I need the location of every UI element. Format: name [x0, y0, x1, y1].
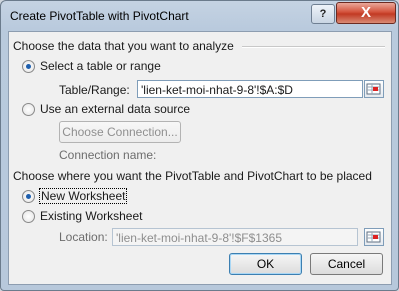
table-range-input[interactable]: 'lien-ket-moi-nhat-9-8'!$A:$D — [137, 80, 363, 98]
close-button[interactable]: X — [336, 2, 396, 24]
range-select-icon — [366, 83, 381, 95]
dialog-body: Choose the data that you want to analyze… — [8, 31, 392, 285]
range-select-icon — [366, 231, 381, 243]
cancel-button[interactable]: Cancel — [310, 253, 383, 275]
option-new-worksheet[interactable]: New Worksheet — [22, 188, 128, 204]
radio-external-source[interactable] — [22, 102, 35, 116]
table-range-picker-button[interactable] — [364, 80, 384, 98]
option-external-source-label: Use an external data source — [40, 102, 191, 116]
option-external-source[interactable]: Use an external data source — [22, 102, 190, 116]
destination-section-heading: Choose where you want the PivotTable and… — [13, 169, 372, 183]
dialog-window: Create PivotTable with PivotChart ? X Ch… — [0, 0, 399, 291]
source-section-heading: Choose the data that you want to analyze — [13, 39, 234, 53]
location-picker-button[interactable] — [364, 228, 384, 246]
location-input[interactable]: 'lien-ket-moi-nhat-9-8'!$F$1365 — [112, 228, 358, 246]
option-existing-worksheet-label: Existing Worksheet — [40, 209, 143, 223]
location-label: Location: — [59, 230, 108, 244]
ok-button[interactable]: OK — [229, 253, 302, 275]
option-new-worksheet-label: New Worksheet — [38, 188, 128, 204]
dialog-title: Create PivotTable with PivotChart — [10, 9, 189, 23]
choose-connection-button[interactable]: Choose Connection... — [59, 121, 181, 143]
help-button[interactable]: ? — [311, 4, 335, 24]
radio-existing-worksheet[interactable] — [22, 209, 35, 223]
option-table-range[interactable]: Select a table or range — [22, 59, 161, 73]
connection-name-label: Connection name: — [59, 148, 157, 162]
radio-table-range[interactable] — [22, 59, 35, 73]
option-existing-worksheet[interactable]: Existing Worksheet — [22, 209, 143, 223]
table-range-label: Table/Range: — [59, 83, 130, 97]
radio-new-worksheet[interactable] — [22, 189, 35, 203]
title-bar[interactable]: Create PivotTable with PivotChart ? X — [1, 1, 398, 31]
option-table-range-label: Select a table or range — [40, 59, 161, 73]
source-section-divider — [242, 46, 385, 48]
